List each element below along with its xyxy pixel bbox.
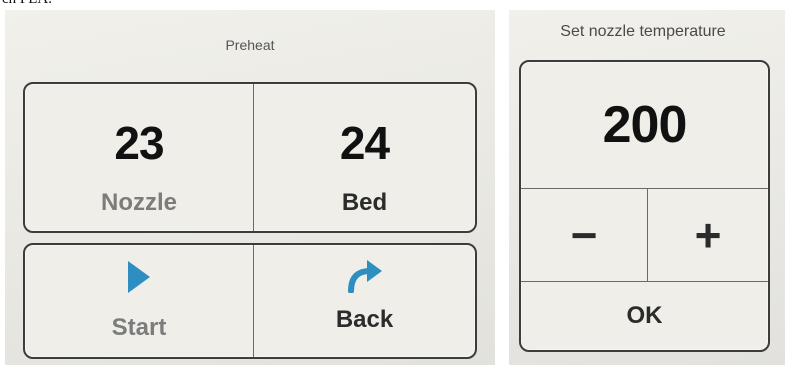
back-arrow-icon [347, 260, 382, 293]
bed-label: Bed [341, 189, 388, 216]
nozzle-temp-value: 23 [114, 117, 164, 169]
back-button[interactable]: Back [254, 245, 475, 357]
ok-label: OK [626, 302, 663, 329]
temperature-panel: 23 Nozzle 24 Bed [23, 82, 477, 233]
start-button[interactable]: Start [25, 245, 253, 357]
minus-icon: − [570, 209, 598, 261]
bed-temp-button[interactable]: 24 Bed [254, 84, 475, 231]
play-icon [128, 261, 150, 293]
nozzle-label: Nozzle [100, 189, 177, 216]
set-nozzle-temp-screen: Set nozzle temperature 200 − + OK [509, 10, 785, 365]
preheat-title: Preheat [225, 37, 275, 53]
cropped-caption-text: ch PLA. [2, 0, 52, 8]
increase-button[interactable]: + [648, 189, 768, 281]
start-label: Start [111, 314, 167, 341]
temp-display: 200 [521, 62, 768, 188]
preheat-screen: Preheat 23 Nozzle 24 Bed Start Back [5, 10, 495, 365]
nozzle-target-value: 200 [602, 96, 688, 154]
ok-button[interactable]: OK [521, 282, 768, 350]
action-panel: Start Back [23, 243, 477, 359]
decrease-button[interactable]: − [521, 189, 647, 281]
back-label: Back [335, 306, 394, 333]
nozzle-temp-button[interactable]: 23 Nozzle [25, 84, 253, 231]
plus-icon: + [694, 209, 722, 261]
set-temp-title: Set nozzle temperature [560, 23, 726, 40]
bed-temp-value: 24 [339, 117, 390, 169]
temp-setter-panel: 200 − + OK [519, 60, 770, 352]
